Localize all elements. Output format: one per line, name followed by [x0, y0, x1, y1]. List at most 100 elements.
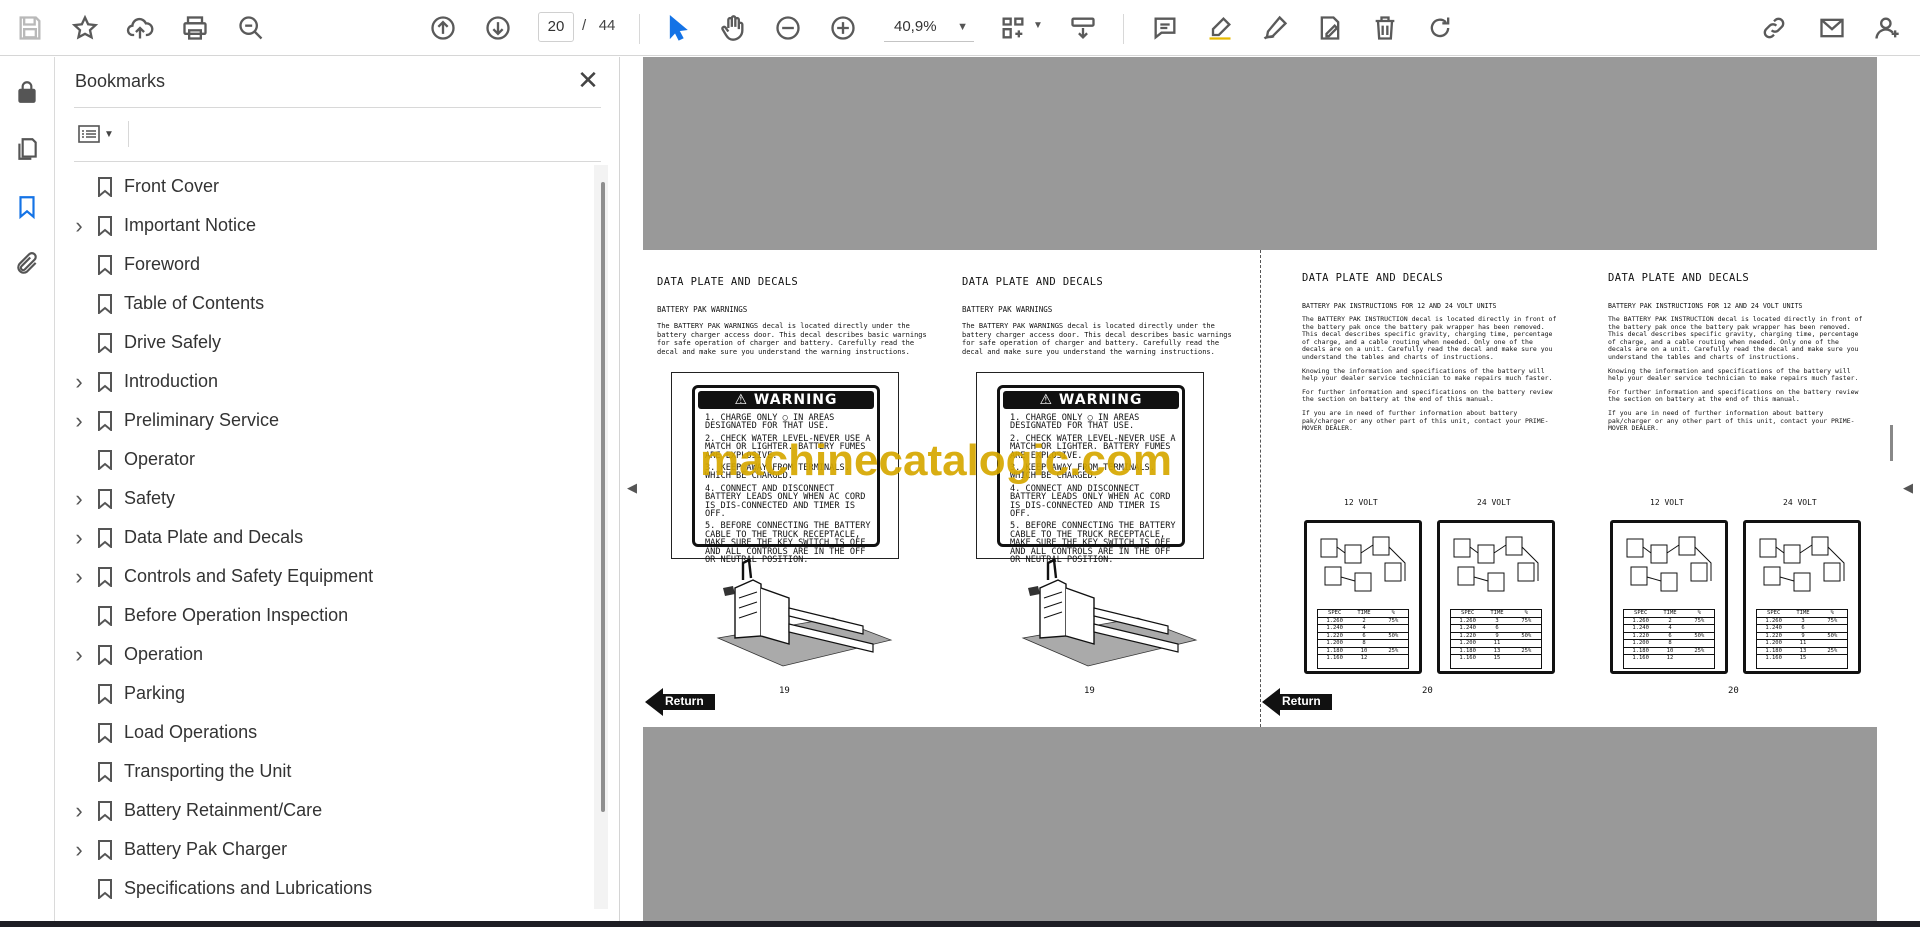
bookmark-item[interactable]: › Safety: [56, 479, 596, 518]
zoom-out-icon[interactable]: [770, 10, 806, 46]
page-number: 20: [1728, 686, 1739, 696]
email-icon[interactable]: [1814, 10, 1850, 46]
bookmark-icon[interactable]: [12, 192, 42, 222]
bookmark-icon: [98, 177, 112, 197]
bookmark-item[interactable]: Before Operation Inspection: [56, 596, 596, 635]
return-button[interactable]: Return: [645, 688, 715, 716]
close-icon[interactable]: ✕: [574, 67, 602, 95]
divider: [74, 161, 601, 162]
collapse-left-icon[interactable]: ◀: [627, 480, 637, 496]
next-page-icon[interactable]: [480, 10, 516, 46]
document-scrollbar[interactable]: [1883, 60, 1897, 920]
bookmark-icon: [98, 801, 112, 821]
bookmark-item[interactable]: › Controls and Safety Equipment: [56, 557, 596, 596]
bookmarks-panel: Bookmarks ✕ ▼ Front Cover › Important Noti…: [56, 57, 620, 921]
bookmark-icon: [98, 255, 112, 275]
bookmark-item[interactable]: › Data Plate and Decals: [56, 518, 596, 557]
bookmark-item[interactable]: Load Operations: [56, 713, 596, 752]
bookmark-star-icon[interactable]: [67, 10, 103, 46]
lock-icon[interactable]: [12, 77, 42, 107]
paragraph: For further information and specificatio…: [1302, 387, 1553, 404]
bookmark-label: Drive Safely: [124, 332, 222, 352]
zoom-level-value: 40,9%: [894, 18, 937, 35]
scroll-mode-icon[interactable]: [1065, 10, 1101, 46]
pallet-truck-illustration: [1021, 558, 1198, 667]
bookmark-item[interactable]: › Preliminary Service: [56, 401, 596, 440]
chevron-right-icon[interactable]: ›: [72, 213, 86, 239]
bookmark-label: Operator: [124, 449, 196, 469]
bookmark-item[interactable]: › Battery Pak Charger: [56, 830, 596, 869]
account-icon[interactable]: [1869, 10, 1905, 46]
chevron-right-icon[interactable]: ›: [72, 525, 86, 551]
page-20-left: DATA PLATE AND DECALS BATTERY PAK INSTRU…: [1262, 250, 1564, 727]
chevron-right-icon[interactable]: ›: [72, 798, 86, 824]
highlight-icon[interactable]: [1202, 10, 1238, 46]
bookmark-item[interactable]: Drive Safely: [56, 323, 596, 362]
return-label: Return: [1282, 694, 1321, 708]
bookmark-icon: [98, 606, 112, 626]
rotate-icon[interactable]: [1422, 10, 1458, 46]
bookmark-icon: [98, 723, 112, 743]
print-icon[interactable]: [177, 10, 213, 46]
page-19-right: DATA PLATE AND DECALS BATTERY PAK WARNIN…: [948, 250, 1250, 727]
zoom-in-icon[interactable]: [825, 10, 861, 46]
bookmark-item[interactable]: › Operation: [56, 635, 596, 674]
bookmark-item[interactable]: Operator: [56, 440, 596, 479]
document-scrollbar-thumb[interactable]: [1890, 425, 1893, 461]
chevron-down-icon: ▼: [104, 128, 114, 140]
comment-icon[interactable]: [1147, 10, 1183, 46]
bookmark-item[interactable]: Transporting the Unit: [56, 752, 596, 791]
bookmark-item[interactable]: Foreword: [56, 245, 596, 284]
page-19-left: DATA PLATE AND DECALS BATTERY PAK WARNIN…: [643, 250, 945, 727]
zoom-level-select[interactable]: 40,9% ▼: [884, 12, 974, 42]
bookmark-item[interactable]: Front Cover: [56, 167, 596, 206]
share-link-icon[interactable]: [1756, 10, 1792, 46]
bookmark-item[interactable]: › Important Notice: [56, 206, 596, 245]
bookmark-label: Important Notice: [124, 215, 257, 235]
chevron-right-icon[interactable]: ›: [72, 642, 86, 668]
pages-icon[interactable]: [12, 134, 42, 164]
paragraph: The BATTERY PAK INSTRUCTION decal is loc…: [1608, 315, 1863, 361]
delete-icon[interactable]: [1367, 10, 1403, 46]
page-number-input[interactable]: 20: [538, 12, 574, 42]
page-separator: /: [582, 17, 587, 34]
expand-right-icon[interactable]: ◀: [1903, 480, 1913, 496]
return-label: Return: [665, 694, 704, 708]
hand-tool-icon[interactable]: [715, 10, 751, 46]
battery-spec-table: SPEC TIME% 1.260 2 75% 1.240 4 1.220 6 50% 1.2…: [1317, 609, 1409, 669]
save-icon[interactable]: [12, 10, 48, 46]
chevron-right-icon[interactable]: ›: [72, 408, 86, 434]
previous-page-icon[interactable]: [425, 10, 461, 46]
bookmark-item[interactable]: Specifications and Lubrications: [56, 869, 596, 908]
chevron-right-icon[interactable]: ›: [72, 837, 86, 863]
bookmark-item[interactable]: › Battery Retainment/Care: [56, 791, 596, 830]
upload-icon[interactable]: [122, 10, 158, 46]
return-button[interactable]: Return: [1262, 688, 1332, 716]
attachment-icon[interactable]: [12, 249, 42, 279]
bookmark-label: Introduction: [124, 371, 219, 391]
bookmark-icon: [98, 528, 112, 548]
panel-scrollbar-thumb[interactable]: [601, 182, 605, 812]
bookmark-options-button[interactable]: ▼: [74, 119, 122, 149]
chevron-right-icon[interactable]: ›: [72, 564, 86, 590]
bookmark-icon: [98, 450, 112, 470]
bookmark-item[interactable]: Table of Contents: [56, 284, 596, 323]
chevron-down-icon[interactable]: ▼: [1033, 20, 1043, 31]
select-cursor-icon[interactable]: [660, 10, 696, 46]
battery-spec-table: SPEC TIME% 1.260 3 75% 1.240 6 1.220 9 50% 1.2…: [1450, 609, 1542, 669]
chevron-right-icon[interactable]: ›: [72, 369, 86, 395]
page-display-icon[interactable]: [995, 10, 1031, 46]
bookmark-icon: [98, 645, 112, 665]
bookmark-label: Data Plate and Decals: [124, 527, 304, 547]
bookmark-label: Operation: [124, 644, 204, 664]
find-zoom-icon[interactable]: [233, 10, 269, 46]
bookmark-icon: [98, 333, 112, 353]
decal-heading: ⚠ WARNING: [698, 391, 874, 409]
bookmark-item[interactable]: › Introduction: [56, 362, 596, 401]
chevron-right-icon[interactable]: ›: [72, 486, 86, 512]
bookmark-item[interactable]: Parking: [56, 674, 596, 713]
fill-sign-icon[interactable]: [1312, 10, 1348, 46]
sign-icon[interactable]: [1257, 10, 1293, 46]
bookmark-list: Front Cover › Important Notice Foreword Tabl…: [56, 167, 596, 908]
page-subtitle: BATTERY PAK INSTRUCTIONS FOR 12 AND 24 V…: [1608, 302, 1803, 310]
